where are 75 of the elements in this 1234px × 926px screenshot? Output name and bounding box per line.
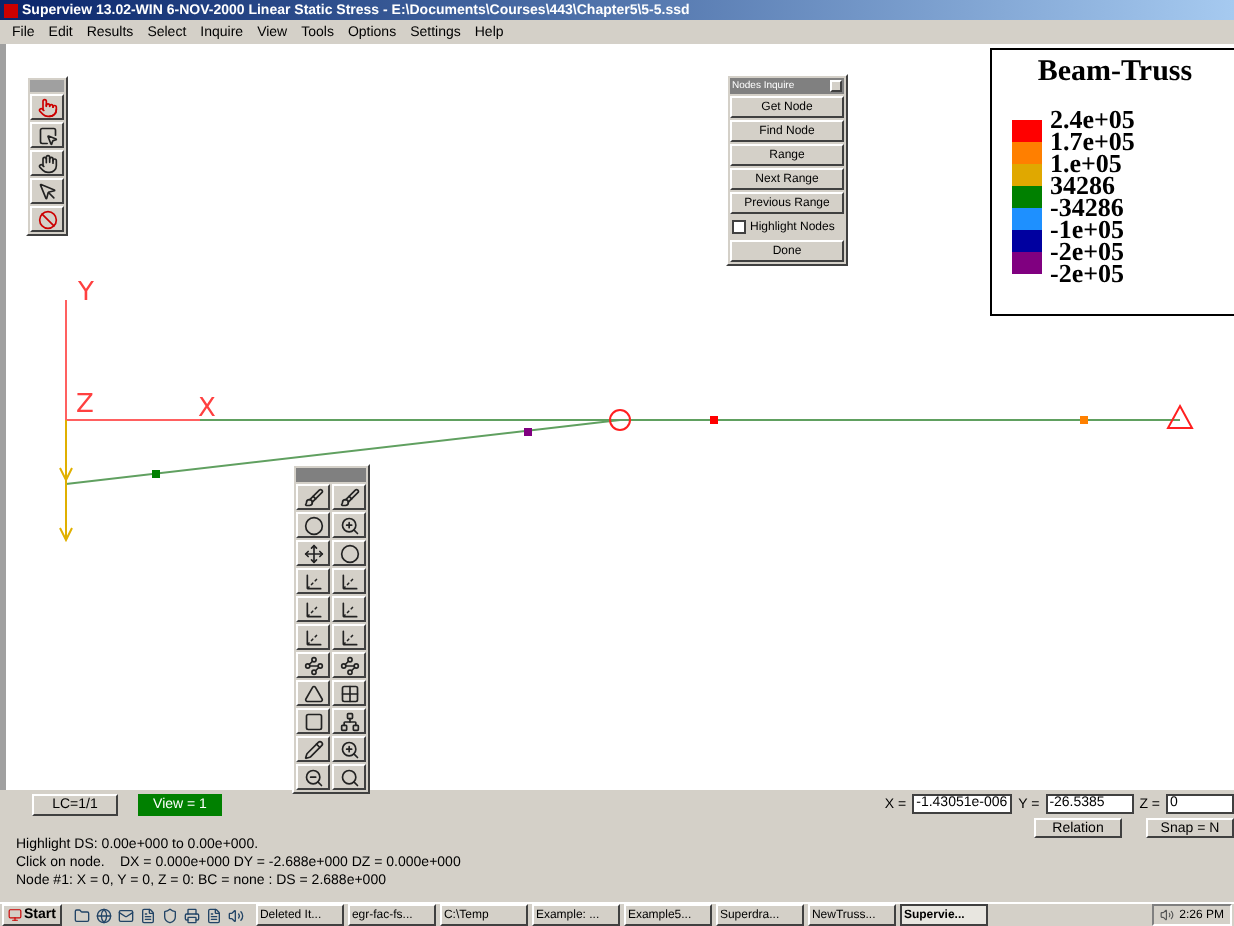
axes-icon (303, 627, 323, 647)
network-icon (339, 711, 359, 731)
highlight-checkbox[interactable] (732, 220, 746, 234)
tool-button[interactable] (296, 764, 330, 790)
tool-button[interactable] (332, 596, 366, 622)
sheet-icon[interactable] (205, 907, 222, 923)
tool-button[interactable] (332, 708, 366, 734)
circle-icon (303, 515, 323, 535)
legend-value: 1.7e+05 (1050, 130, 1135, 152)
legend-value: 34286 (1050, 174, 1115, 196)
app-icon (4, 3, 18, 17)
tool-button[interactable] (296, 512, 330, 538)
tool-button[interactable] (30, 150, 64, 176)
tool-button[interactable] (332, 568, 366, 594)
axes-icon (339, 627, 359, 647)
tool-button[interactable] (296, 736, 330, 762)
tool-button[interactable] (332, 764, 366, 790)
move-icon (303, 543, 323, 563)
box-select-icon (37, 125, 57, 145)
tray-icon[interactable] (1159, 908, 1174, 922)
document-icon[interactable] (139, 907, 156, 923)
close-icon[interactable] (830, 80, 842, 92)
toolbar-title-bar (30, 80, 64, 92)
tool-button[interactable] (30, 178, 64, 204)
grid-icon (339, 683, 359, 703)
tool-button[interactable] (332, 484, 366, 510)
axes-icon (339, 571, 359, 591)
tool-button[interactable] (332, 680, 366, 706)
legend-value: 2.4e+05 (1050, 108, 1135, 130)
axes-icon (339, 599, 359, 619)
folder-icon[interactable] (73, 907, 90, 923)
branch-icon (303, 655, 323, 675)
pencil-icon (303, 739, 323, 759)
tool-button[interactable] (332, 624, 366, 650)
tool-button[interactable] (30, 122, 64, 148)
zoom-out-icon (303, 767, 323, 787)
tool-button[interactable] (296, 680, 330, 706)
globe-icon[interactable] (95, 907, 112, 923)
tool-button[interactable] (296, 624, 330, 650)
brush-icon (339, 487, 359, 507)
tool-button[interactable] (332, 540, 366, 566)
mail-icon[interactable] (117, 907, 134, 923)
tool-button[interactable] (296, 568, 330, 594)
axes-icon (303, 571, 323, 591)
brush-icon (303, 487, 323, 507)
legend-value: -1e+05 (1050, 218, 1127, 240)
clear-icon (37, 209, 57, 229)
tool-button[interactable] (332, 652, 366, 678)
legend-value: -34286 (1050, 196, 1126, 218)
axes-icon (303, 599, 323, 619)
tool-button[interactable] (296, 540, 330, 566)
legend-value: -2e+05 (1050, 240, 1127, 262)
speaker-icon[interactable] (227, 907, 244, 923)
square-icon (303, 711, 323, 731)
tool-button[interactable] (296, 708, 330, 734)
tool-button[interactable] (296, 652, 330, 678)
tool-button[interactable] (296, 484, 330, 510)
legend-title: Beam-Truss (1035, 58, 1195, 88)
tool-button[interactable] (332, 512, 366, 538)
pointer-icon (37, 97, 57, 117)
shield-icon[interactable] (161, 907, 178, 923)
branch-icon (339, 655, 359, 675)
tool-button[interactable] (332, 736, 366, 762)
zoom-icon (339, 515, 359, 535)
hand-icon (37, 153, 57, 173)
tool-button[interactable] (296, 596, 330, 622)
cursor-icon (37, 181, 57, 201)
legend-value: 1.e+05 (1050, 152, 1122, 174)
zoom-in-icon (339, 739, 359, 759)
search-icon (339, 767, 359, 787)
printer-icon[interactable] (183, 907, 200, 923)
tool-button[interactable] (30, 206, 64, 232)
legend-value: -2e+05 (1050, 262, 1127, 284)
tool-button[interactable] (30, 94, 64, 120)
toolbar-title-bar (296, 468, 366, 482)
